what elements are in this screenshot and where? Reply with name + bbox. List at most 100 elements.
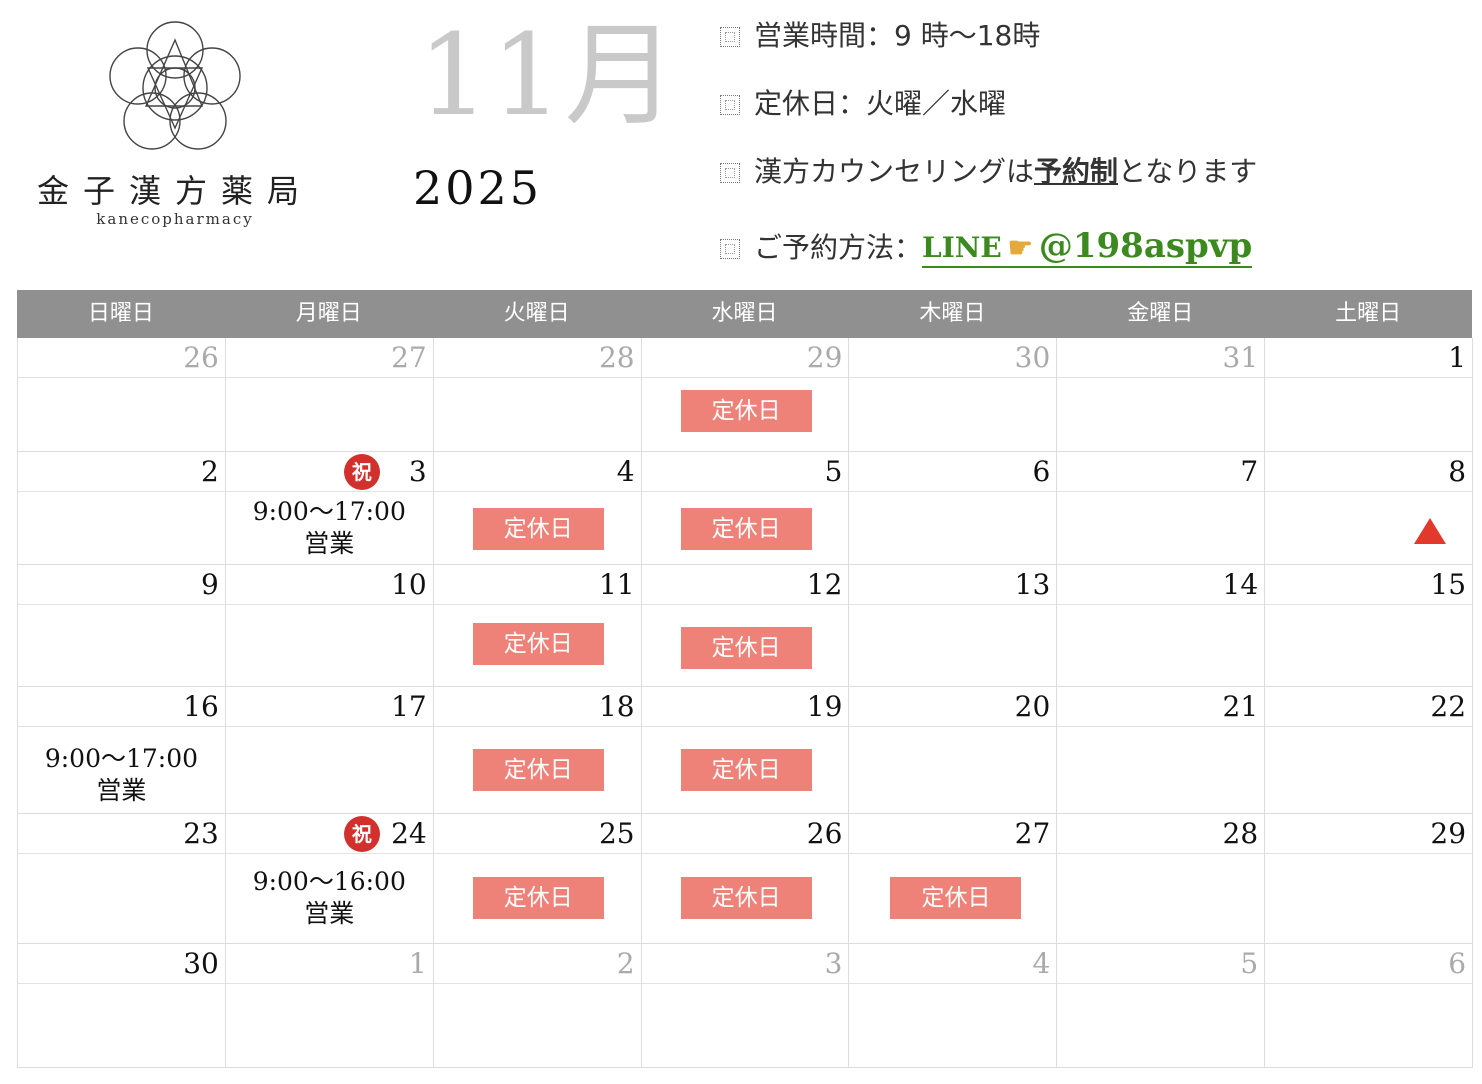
- holiday-icon: 祝: [343, 454, 380, 490]
- day-number: 7: [1057, 452, 1265, 492]
- pharmacy-logo: 金子漢方薬局 kanecopharmacy: [30, 18, 320, 238]
- day-cell[interactable]: 3: [641, 944, 850, 1068]
- day-cell[interactable]: 14: [1057, 565, 1266, 687]
- day-cell[interactable]: 4 定休日: [433, 452, 642, 565]
- day-cell[interactable]: 2: [18, 452, 226, 565]
- day-number: 10: [225, 565, 433, 605]
- weekday-header: 日曜日 月曜日 火曜日 水曜日 木曜日 金曜日 土曜日: [17, 290, 1472, 338]
- day-cell[interactable]: 18 定休日: [433, 687, 642, 814]
- day-number: 15: [1265, 565, 1473, 605]
- week-row: 9 10 11 定休日 12 定休日 13 14 15: [17, 565, 1474, 687]
- day-number: 26: [641, 814, 849, 854]
- day-number: 30: [18, 944, 225, 984]
- day-number: 5: [1057, 944, 1265, 984]
- closed-day-badge: 定休日: [472, 749, 604, 791]
- day-cell[interactable]: 6: [849, 452, 1058, 565]
- day-cell[interactable]: 23: [18, 814, 226, 944]
- logo-emblem-icon: [109, 21, 241, 150]
- line-id: @198aspvp: [1038, 226, 1253, 266]
- closed-day-badge: 定休日: [680, 390, 812, 432]
- day-number: 6: [849, 452, 1057, 492]
- day-number: 24: [225, 814, 433, 854]
- closed-days-text: 定休日：火曜／水曜: [754, 87, 1007, 120]
- day-cell[interactable]: 4: [849, 944, 1058, 1068]
- day-number: 27: [849, 814, 1057, 854]
- day-number: 28: [1057, 814, 1265, 854]
- day-cell[interactable]: 22: [1265, 687, 1474, 814]
- day-number: 13: [849, 565, 1057, 605]
- day-cell[interactable]: 1: [1265, 338, 1474, 452]
- line-label: LINE: [922, 231, 1002, 264]
- weekday-fri: 金曜日: [1127, 301, 1194, 326]
- day-number: 9: [18, 565, 225, 605]
- weekday-mon: 月曜日: [295, 301, 362, 326]
- day-cell[interactable]: 13: [849, 565, 1058, 687]
- day-number: 1: [225, 944, 433, 984]
- day-cell[interactable]: 17: [225, 687, 434, 814]
- info-counseling: 漢方カウンセリングは予約制となります: [720, 150, 1257, 190]
- day-cell[interactable]: 19 定休日: [641, 687, 850, 814]
- special-hours: 9:00〜17:00 営業: [18, 743, 225, 807]
- day-cell[interactable]: 6: [1265, 944, 1474, 1068]
- weekday-sun: 日曜日: [87, 301, 154, 326]
- weekday-thu: 木曜日: [919, 301, 986, 326]
- day-cell[interactable]: 30: [849, 338, 1058, 452]
- day-number: 20: [849, 687, 1057, 727]
- day-cell[interactable]: 31: [1057, 338, 1266, 452]
- closed-day-badge: 定休日: [680, 508, 812, 550]
- day-number: 30: [849, 338, 1057, 378]
- day-number: 6: [1265, 944, 1473, 984]
- day-cell[interactable]: 11 定休日: [433, 565, 642, 687]
- day-cell[interactable]: 2: [433, 944, 642, 1068]
- day-number: 28: [433, 338, 641, 378]
- day-cell[interactable]: 25 定休日: [433, 814, 642, 944]
- day-cell[interactable]: 9: [18, 565, 226, 687]
- info-reservation: ご予約方法：LINE ☛ @198aspvp: [720, 226, 1253, 268]
- day-cell[interactable]: 12 定休日: [641, 565, 850, 687]
- line-link[interactable]: LINE ☛ @198aspvp: [922, 226, 1253, 268]
- day-cell[interactable]: 15: [1265, 565, 1474, 687]
- day-number: 17: [225, 687, 433, 727]
- day-number: 31: [1057, 338, 1265, 378]
- pharmacy-name: 金子漢方薬局: [36, 172, 313, 210]
- day-cell[interactable]: 8: [1265, 452, 1474, 565]
- day-cell[interactable]: 7: [1057, 452, 1266, 565]
- day-cell[interactable]: 5 定休日: [641, 452, 850, 565]
- day-cell[interactable]: 26: [18, 338, 226, 452]
- day-cell[interactable]: 27 定休日: [849, 814, 1058, 944]
- closed-day-badge: 定休日: [472, 623, 604, 665]
- week-row: 16 9:00〜17:00 営業 17 18 定休日 19 定休日 20 21 2…: [17, 687, 1474, 814]
- day-number: 2: [18, 452, 225, 492]
- pointing-hand-icon: ☛: [1007, 231, 1033, 264]
- week-row: 26 27 28 29 定休日 30 31 1: [17, 338, 1474, 452]
- day-cell[interactable]: 21: [1057, 687, 1266, 814]
- day-number: 22: [1265, 687, 1473, 727]
- year-title: 2025: [413, 161, 543, 215]
- day-cell[interactable]: 28: [1057, 814, 1266, 944]
- counseling-text: 漢方カウンセリングは: [754, 155, 1035, 188]
- day-cell[interactable]: 5: [1057, 944, 1266, 1068]
- day-cell[interactable]: 10: [225, 565, 434, 687]
- day-cell[interactable]: 29 定休日: [641, 338, 850, 452]
- bullet-icon: [720, 163, 740, 183]
- month-title: 11月: [418, 11, 679, 141]
- day-cell[interactable]: 28: [433, 338, 642, 452]
- day-cell[interactable]: 30: [18, 944, 226, 1068]
- day-cell[interactable]: 27: [225, 338, 434, 452]
- day-number: 25: [433, 814, 641, 854]
- day-cell[interactable]: 16 9:00〜17:00 営業: [18, 687, 226, 814]
- day-cell[interactable]: 29: [1265, 814, 1474, 944]
- day-number: 26: [18, 338, 225, 378]
- day-cell[interactable]: 3 祝 9:00〜17:00 営業: [225, 452, 434, 565]
- day-cell[interactable]: 26 定休日: [641, 814, 850, 944]
- special-hours: 9:00〜17:00 営業: [226, 496, 433, 560]
- day-number: 4: [433, 452, 641, 492]
- day-number: 18: [433, 687, 641, 727]
- day-cell[interactable]: 1: [225, 944, 434, 1068]
- day-number: 3: [225, 452, 433, 492]
- day-cell[interactable]: 20: [849, 687, 1058, 814]
- day-cell[interactable]: 24 祝 9:00〜16:00 営業: [225, 814, 434, 944]
- hours-text: 営業時間：9 時〜18時: [754, 19, 1041, 52]
- day-number: 4: [849, 944, 1057, 984]
- bullet-icon: [720, 27, 740, 47]
